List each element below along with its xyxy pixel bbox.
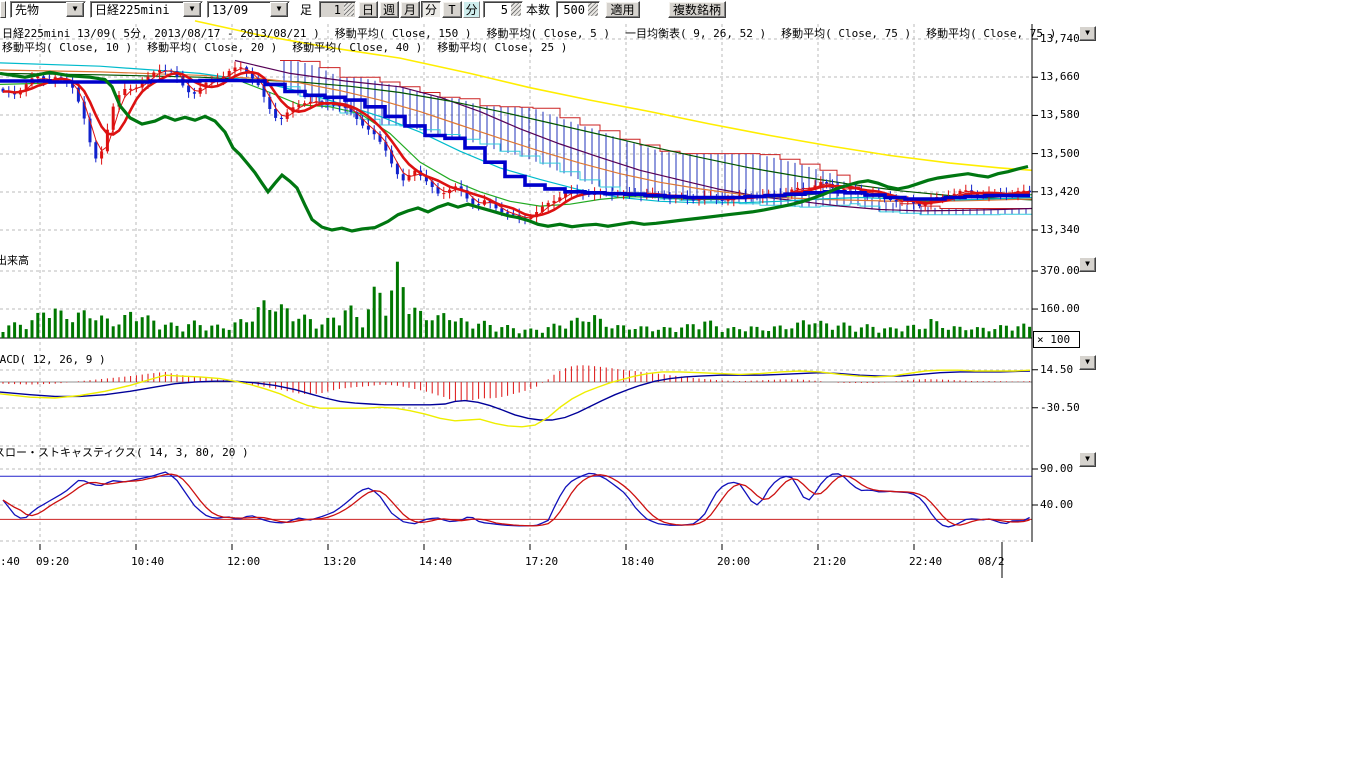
bar-interval-value: 1	[320, 2, 343, 17]
y-axis-tick-label: 13,420	[1040, 185, 1080, 198]
chevron-down-icon[interactable]: ▼	[66, 2, 84, 17]
volume-multiplier-badge: × 100	[1033, 331, 1080, 348]
spinner-grip-icon[interactable]	[588, 3, 598, 16]
category-select-value[interactable]: 先物	[11, 2, 66, 18]
legend-item: 移動平均( Close, 25 )	[437, 39, 567, 55]
time-axis-tick-label: 13:20	[323, 555, 356, 568]
chart-application: 先物 ▼ 日経225mini ▼ 13/09 ▼ 足 1 日週月分T 分 5 本…	[0, 0, 1366, 768]
period-button-週[interactable]: 週	[379, 1, 399, 18]
bar-interval-stepper[interactable]: 1	[319, 1, 356, 18]
time-axis-tick-label: 08/2	[978, 555, 1005, 568]
time-axis-tick-label: 14:40	[419, 555, 452, 568]
spinner-grip-icon[interactable]	[511, 3, 521, 16]
period-button-日[interactable]: 日	[358, 1, 378, 18]
category-select[interactable]: 先物 ▼	[10, 1, 86, 18]
y-axis-tick-label: 13,580	[1040, 108, 1080, 121]
minute-mode-label: 分	[463, 1, 480, 18]
y-axis-tick-label: 14.50	[1040, 363, 1073, 376]
period-button-月[interactable]: 月	[400, 1, 420, 18]
symbol-select-value[interactable]: 日経225mini	[91, 2, 183, 18]
y-axis-tick-label: 13,740	[1040, 32, 1080, 45]
macd-panel-label: MACD( 12, 26, 9 )	[0, 353, 106, 366]
macd-panel-menu-button[interactable]: ▼	[1079, 355, 1096, 370]
y-axis-tick-label: 13,660	[1040, 70, 1080, 83]
bar-type-label: 足	[300, 1, 312, 18]
bar-count-value: 500	[557, 2, 587, 17]
volume-panel-menu-button[interactable]: ▼	[1079, 257, 1096, 272]
apply-button[interactable]: 適用	[605, 1, 640, 18]
y-axis-tick-label: 370.00	[1040, 264, 1080, 277]
time-axis-tick-label: 22:40	[909, 555, 942, 568]
period-button-T[interactable]: T	[442, 1, 462, 18]
contract-month-select[interactable]: 13/09 ▼	[207, 1, 290, 18]
price-legend-row2: 移動平均( Close, 10 ) 移動平均( Close, 20 ) 移動平均( …	[2, 39, 567, 55]
time-axis-tick-label: 09:20	[36, 555, 69, 568]
spinner-grip-icon[interactable]	[344, 3, 354, 16]
multi-symbol-button[interactable]: 複数銘柄	[668, 1, 726, 18]
time-axis-tick-label: 17:20	[525, 555, 558, 568]
y-axis-tick-label: 13,340	[1040, 223, 1080, 236]
time-axis-tick-label: 18:40	[621, 555, 654, 568]
clipped-widget-fragment	[0, 1, 6, 18]
chevron-down-icon[interactable]: ▼	[270, 2, 288, 17]
y-axis-tick-label: 160.00	[1040, 302, 1080, 315]
time-axis-tick-label: 10:40	[131, 555, 164, 568]
volume-panel-label: 出来高	[0, 254, 29, 267]
legend-item: 移動平均( Close, 10 )	[2, 39, 132, 55]
stoch-panel-label: スロー・ストキャスティクス( 14, 3, 80, 20 )	[0, 446, 249, 459]
time-axis-tick-label: 20:00	[717, 555, 750, 568]
chart-canvas[interactable]	[0, 20, 1110, 620]
time-axis-tick-label: 12:00	[227, 555, 260, 568]
time-axis-tick-label: :40	[0, 555, 20, 568]
symbol-select[interactable]: 日経225mini ▼	[90, 1, 203, 18]
period-button-分[interactable]: 分	[421, 1, 441, 18]
y-axis-tick-label: 40.00	[1040, 498, 1073, 511]
chevron-down-icon[interactable]: ▼	[183, 2, 201, 17]
toolbar: 先物 ▼ 日経225mini ▼ 13/09 ▼ 足 1 日週月分T 分 5 本…	[0, 0, 1366, 20]
time-axis-tick-label: 21:20	[813, 555, 846, 568]
legend-item: 移動平均( Close, 75 )	[781, 25, 911, 41]
price-panel-menu-button[interactable]: ▼	[1079, 26, 1096, 41]
y-axis-tick-label: -30.50	[1040, 401, 1080, 414]
bar-count-stepper[interactable]: 500	[556, 1, 600, 18]
stoch-panel-menu-button[interactable]: ▼	[1079, 452, 1096, 467]
legend-item: 移動平均( Close, 75 )	[926, 25, 1056, 41]
contract-month-value[interactable]: 13/09	[208, 2, 270, 18]
legend-item: 移動平均( Close, 40 )	[292, 39, 422, 55]
chart-region: 日経225mini 13/09( 5分, 2013/08/17 - 2013/0…	[0, 20, 1110, 620]
bar-count-label: 本数	[526, 1, 550, 18]
y-axis-tick-label: 90.00	[1040, 462, 1073, 475]
legend-item: 移動平均( Close, 20 )	[147, 39, 277, 55]
minute-value: 5	[484, 2, 510, 17]
minute-value-stepper[interactable]: 5	[483, 1, 523, 18]
legend-item: 一目均衡表( 9, 26, 52 )	[625, 25, 766, 41]
y-axis-tick-label: 13,500	[1040, 147, 1080, 160]
